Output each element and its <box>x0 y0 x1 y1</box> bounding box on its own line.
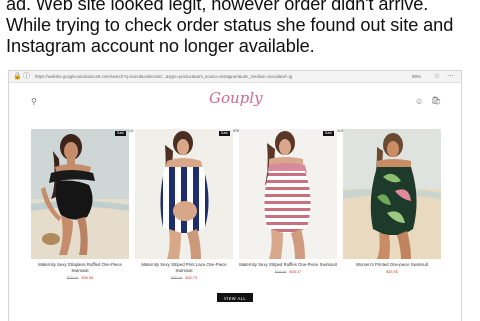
old-price: $56.98 <box>170 276 183 280</box>
site-header: ⚲ Gouply ☺ 🛍 HOME NEW IN HOT SALE PHOTO … <box>9 83 461 133</box>
search-icon[interactable]: ⚲ <box>31 97 37 107</box>
product-card[interactable]: Sale Maternity Sexy Striped Ruffles One-… <box>239 129 337 275</box>
address-bar[interactable]: 🔒 ⓘ https://website.googlecalculatorcart… <box>9 71 461 83</box>
info-icon: ⓘ <box>23 73 30 80</box>
sale-price: $33.95 <box>386 270 398 274</box>
product-price: $48.98 $35.37 <box>239 270 337 275</box>
post-caption: ad. Web site looked legit, however order… <box>6 0 476 57</box>
old-price: $38.65 <box>66 276 79 280</box>
lock-icon: 🔒 <box>13 73 22 80</box>
browser-screenshot: 🔒 ⓘ https://website.googlecalculatorcart… <box>8 70 462 321</box>
product-image[interactable]: Sale <box>239 129 337 259</box>
old-price: $48.98 <box>274 270 287 274</box>
product-price: $38.65 $36.98 <box>31 276 129 281</box>
sale-price: $32.73 <box>185 276 198 280</box>
url-text[interactable]: https://website.googlecalculatorcart.com… <box>35 73 395 80</box>
product-card[interactable]: Sale Maternity Sexy Strapless Ruffled On… <box>31 129 129 281</box>
cart-icon[interactable]: 🛍 <box>431 96 441 106</box>
site-logo[interactable]: Gouply <box>209 89 263 107</box>
sale-badge: Sale <box>114 131 126 136</box>
caption-line: Instagram account no longer available. <box>6 36 315 56</box>
account-icon[interactable]: ☺ <box>415 97 423 107</box>
product-card[interactable]: Women's Printed One-piece Swimsuit $33.9… <box>343 129 441 275</box>
product-name[interactable]: Women's Printed One-piece Swimsuit <box>343 262 441 268</box>
product-price: $56.98 $32.73 <box>135 276 233 281</box>
star-icon[interactable]: ☆ <box>434 72 440 81</box>
sale-price: $36.98 <box>81 276 94 280</box>
caption-line: While trying to check order status she f… <box>6 15 454 35</box>
menu-icon[interactable]: ⋯ <box>447 72 454 81</box>
view-all-button[interactable]: VIEW ALL <box>217 293 253 302</box>
caption-line: ad. Web site looked legit, however order… <box>6 0 429 14</box>
product-name[interactable]: Maternity Sexy Strapless Ruffled One-Pie… <box>31 262 129 274</box>
product-image[interactable]: Sale <box>135 129 233 259</box>
product-image[interactable]: Sale <box>31 129 129 259</box>
product-card[interactable]: Sale Maternity Sexy Striped Print Lace O… <box>135 129 233 281</box>
product-name[interactable]: Maternity Sexy Striped Print Lace One-Pi… <box>135 262 233 274</box>
sale-price: $35.37 <box>289 270 302 274</box>
sale-badge: Sale <box>322 131 334 136</box>
product-image[interactable] <box>343 129 441 259</box>
product-name[interactable]: Maternity Sexy Striped Ruffles One-Piece… <box>239 262 337 268</box>
zoom-level[interactable]: 90% <box>412 73 421 80</box>
product-price: $33.95 <box>343 270 441 275</box>
sale-badge: Sale <box>218 131 230 136</box>
